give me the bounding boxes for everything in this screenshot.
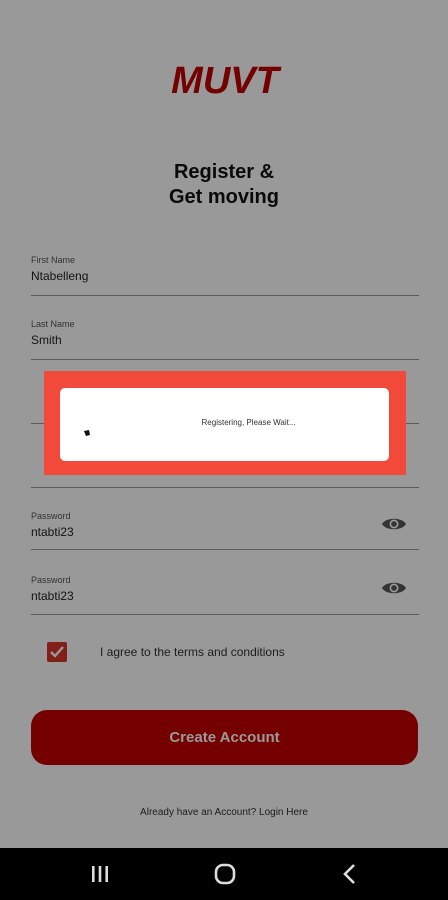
back-icon[interactable] xyxy=(335,862,365,886)
home-icon[interactable] xyxy=(210,862,240,886)
loading-spinner-icon xyxy=(84,430,90,436)
dialog-message: Registering, Please Wait... xyxy=(201,418,296,427)
recent-apps-icon[interactable] xyxy=(85,862,115,886)
system-navbar xyxy=(0,848,448,900)
progress-dialog: Registering, Please Wait... xyxy=(60,388,389,461)
